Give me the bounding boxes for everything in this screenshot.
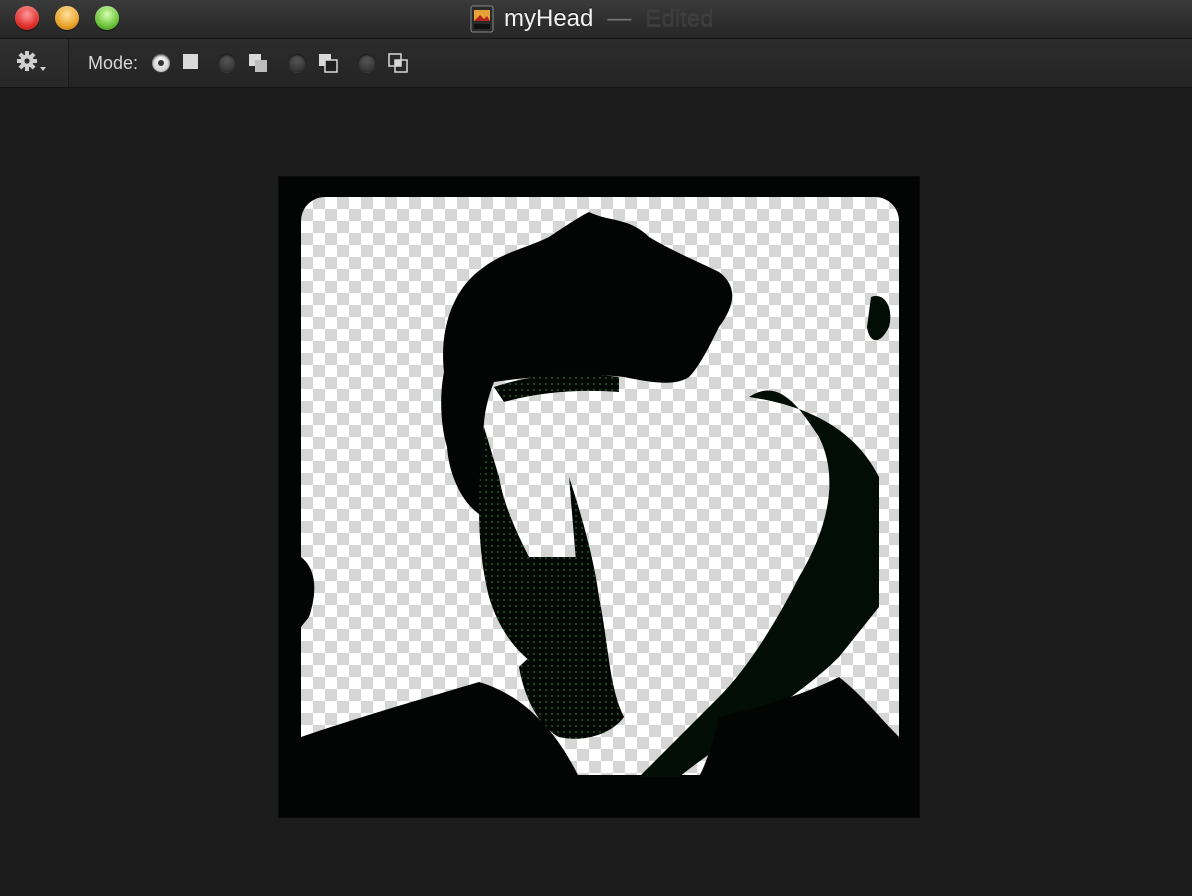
mode-radio-intersect[interactable] bbox=[358, 54, 376, 72]
minimize-window-button[interactable] bbox=[55, 6, 79, 30]
settings-menu-button[interactable] bbox=[0, 39, 69, 87]
close-window-button[interactable] bbox=[15, 6, 39, 30]
mode-radio-subtract[interactable] bbox=[288, 54, 306, 72]
zoom-window-button[interactable] bbox=[95, 6, 119, 30]
square-mode-icon bbox=[183, 54, 198, 69]
image-canvas[interactable] bbox=[279, 177, 919, 817]
window-title: myHead — Edited bbox=[470, 2, 713, 36]
toolbar: Mode: bbox=[0, 39, 1192, 88]
edited-status[interactable]: Edited bbox=[645, 5, 713, 33]
mode-radio-overlap[interactable] bbox=[218, 54, 236, 72]
overlap-mode-icon bbox=[249, 54, 267, 72]
intersect-mode-icon bbox=[388, 53, 408, 73]
mode-label: Mode: bbox=[88, 53, 139, 73]
document-name: myHead bbox=[504, 5, 594, 32]
mode-radio-square[interactable] bbox=[152, 54, 170, 72]
gear-icon bbox=[17, 51, 46, 71]
title-separator: — bbox=[607, 5, 632, 32]
halftone-portrait-image bbox=[301, 212, 899, 777]
subtract-mode-icon bbox=[319, 54, 338, 73]
title-bar[interactable]: myHead — Edited bbox=[0, 0, 1192, 39]
document-icon[interactable] bbox=[470, 5, 494, 33]
